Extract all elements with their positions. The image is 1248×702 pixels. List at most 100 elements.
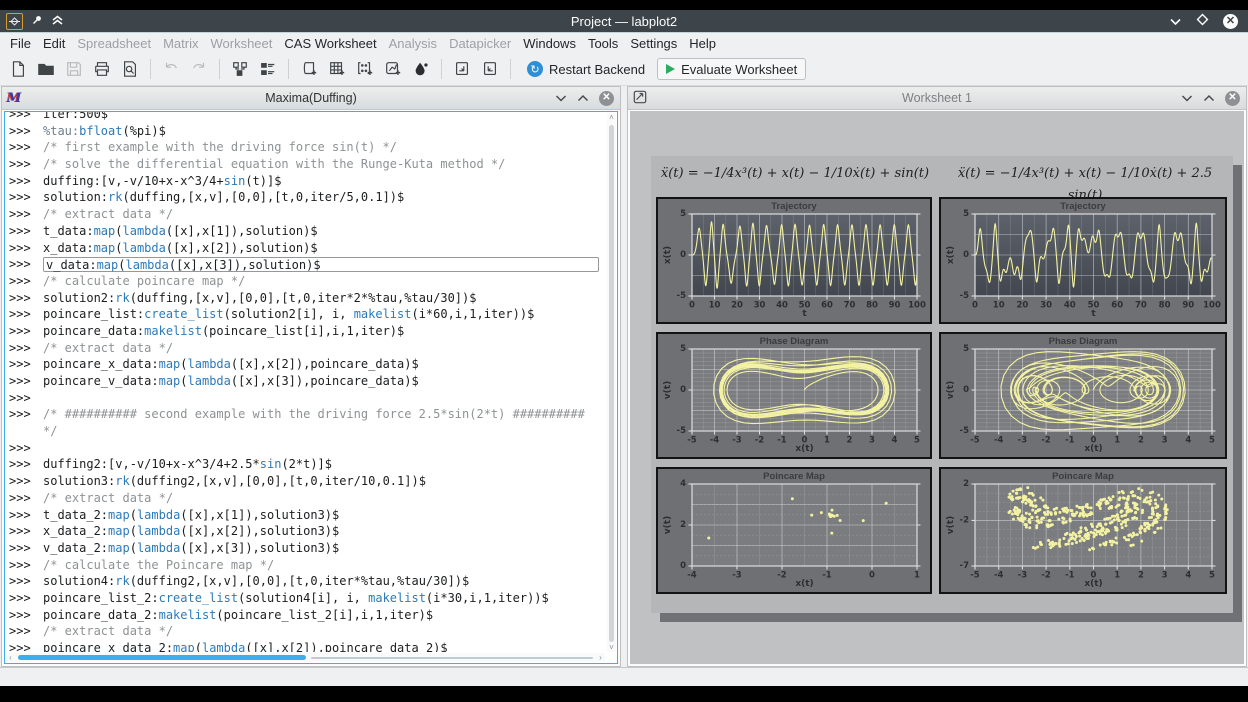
console-line: >>>/* extract data */ <box>9 206 605 223</box>
vertical-scroll-thumb[interactable] <box>609 125 614 642</box>
maxima-icon: M <box>7 91 21 106</box>
plot-title: Poincare Map <box>941 471 1225 482</box>
pin-icon[interactable] <box>31 14 43 29</box>
app-icon[interactable] <box>6 13 23 30</box>
import-icon[interactable] <box>450 57 474 81</box>
project-explorer-icon[interactable] <box>228 57 252 81</box>
worksheet-canvas[interactable]: ẍ(t) = −1/4x³(t) + x(t) − 1/10ẋ(t) + sin… <box>630 111 1244 664</box>
plot-title: Poincare Map <box>658 471 930 482</box>
toolbar-separator <box>510 59 511 79</box>
menu-item-matrix: Matrix <box>157 35 204 52</box>
maxima-window-titlebar[interactable]: M Maxima(Duffing) ✕ <box>2 87 620 110</box>
new-matrix-icon[interactable] <box>353 57 377 81</box>
new-spreadsheet-icon[interactable] <box>325 57 349 81</box>
print-icon[interactable] <box>90 57 114 81</box>
plot-trajectory-2[interactable]: Trajectory <box>939 197 1227 324</box>
console-line: >>>/* first example with the driving for… <box>9 139 605 156</box>
top-black-strip <box>0 0 1248 10</box>
console-line: >>>solution:rk(duffing,[x,v],[0,0],[t,0,… <box>9 189 605 206</box>
redo-icon[interactable] <box>187 57 211 81</box>
new-document-icon[interactable] <box>6 57 30 81</box>
console-line: >>>/* calculate the Poincare map */ <box>9 557 605 574</box>
worksheet-icon <box>633 90 647 107</box>
subwindow-close-icon[interactable]: ✕ <box>599 91 614 106</box>
evaluate-worksheet-icon <box>666 64 675 74</box>
console-text[interactable]: >>>iter:500$>>>%tau:bfloat(%pi)$>>>/* fi… <box>9 112 605 652</box>
console-line: >>>/* extract data */ <box>9 340 605 357</box>
console-line: >>>/* solve the differential equation wi… <box>9 156 605 173</box>
console-line: >>>v_data_2:map(lambda([x],x[3]),solutio… <box>9 540 605 557</box>
menu-item-tools[interactable]: Tools <box>582 35 624 52</box>
console-line: >>>iter:500$ <box>9 112 605 123</box>
scroll-left-icon[interactable]: ‹ <box>6 653 15 662</box>
worksheet-window-titlebar[interactable]: Worksheet 1 ✕ <box>628 87 1246 110</box>
console-line: >>>poincare_list:create_list(solution2[i… <box>9 306 605 323</box>
save-icon[interactable] <box>62 57 86 81</box>
maxima-console[interactable]: >>>iter:500$>>>%tau:bfloat(%pi)$>>>/* fi… <box>4 111 618 664</box>
menu-item-file[interactable]: File <box>4 35 37 52</box>
console-line: */ <box>9 423 605 440</box>
evaluate-worksheet-button[interactable]: Evaluate Worksheet <box>657 58 806 80</box>
console-line: >>>v_data:map(lambda([x],x[3]),solution)… <box>9 256 605 273</box>
plot-title: Phase Diagram <box>941 336 1225 347</box>
menu-item-settings[interactable]: Settings <box>624 35 683 52</box>
maximize-button[interactable] <box>1196 13 1209 29</box>
console-vertical-scrollbar[interactable]: ˄ ˅ <box>607 113 616 652</box>
horizontal-scroll-track[interactable] <box>311 657 593 660</box>
mdi-area: M Maxima(Duffing) ✕ >>>iter:500$>>>%tau:… <box>0 86 1248 667</box>
print-preview-icon[interactable] <box>118 57 142 81</box>
console-horizontal-scrollbar[interactable]: ‹ › <box>6 653 605 662</box>
scroll-down-icon[interactable]: ˅ <box>607 643 616 652</box>
subwindow-restore-icon[interactable] <box>577 91 589 105</box>
horizontal-scroll-thumb[interactable] <box>18 655 306 660</box>
menu-item-help[interactable]: Help <box>683 35 722 52</box>
restart-backend-button[interactable]: ↻ Restart Backend <box>519 59 653 79</box>
export-icon[interactable] <box>478 57 502 81</box>
close-button[interactable]: ✕ <box>1223 14 1238 29</box>
scroll-up-icon[interactable]: ˄ <box>607 113 616 122</box>
evaluate-worksheet-label: Evaluate Worksheet <box>681 62 797 77</box>
worksheet-subwindow: Worksheet 1 ✕ ẍ(t) = −1/4x³(t) + x(t) − … <box>627 86 1247 667</box>
toolbar-separator <box>288 59 289 79</box>
new-cas-worksheet-icon[interactable] <box>297 57 321 81</box>
console-line: >>>poincare_x_data_2:map(lambda([x],x[2]… <box>9 640 605 652</box>
console-line: >>>/* extract data */ <box>9 623 605 640</box>
new-worksheet-icon[interactable] <box>381 57 405 81</box>
subwindow-minimize-icon[interactable] <box>1181 91 1193 105</box>
console-line: >>>/* calculate poincare map */ <box>9 273 605 290</box>
console-line: >>> <box>9 440 605 457</box>
menu-bar: FileEditSpreadsheetMatrixWorksheetCAS Wo… <box>0 33 1248 53</box>
plot-poincare-map-1[interactable]: Poincare Map <box>656 467 932 594</box>
new-datapicker-icon[interactable] <box>409 57 433 81</box>
properties-explorer-icon[interactable] <box>256 57 280 81</box>
equation-label-2: ẍ(t) = −1/4x³(t) + x(t) − 1/10ẋ(t) + 2.5… <box>943 163 1227 185</box>
console-line: >>> <box>9 390 605 407</box>
shade-icon[interactable] <box>51 14 64 29</box>
plot-trajectory-1[interactable]: Trajectory <box>656 197 932 324</box>
plot-phase-diagram-2[interactable]: Phase Diagram <box>939 332 1227 459</box>
scroll-right-icon[interactable]: › <box>596 653 605 662</box>
minimize-button[interactable] <box>1169 14 1182 29</box>
plot-poincare-map-2[interactable]: Poincare Map <box>939 467 1227 594</box>
worksheet-window-title: Worksheet 1 <box>628 91 1246 105</box>
subwindow-minimize-icon[interactable] <box>555 91 567 105</box>
console-line: >>>%tau:bfloat(%pi)$ <box>9 123 605 140</box>
subwindow-close-icon[interactable]: ✕ <box>1225 91 1240 106</box>
main-toolbar: ↻ Restart Backend Evaluate Worksheet <box>0 53 1248 86</box>
restart-backend-icon: ↻ <box>527 61 543 77</box>
worksheet-page[interactable]: ẍ(t) = −1/4x³(t) + x(t) − 1/10ẋ(t) + sin… <box>651 156 1233 613</box>
open-folder-icon[interactable] <box>34 57 58 81</box>
console-line: >>>duffing:[v,-v/10+x-x^3/4+sin(t)]$ <box>9 173 605 190</box>
restart-backend-label: Restart Backend <box>549 62 645 77</box>
console-line: >>>x_data_2:map(lambda([x],x[2]),solutio… <box>9 523 605 540</box>
menu-item-edit[interactable]: Edit <box>37 35 71 52</box>
window-titlebar[interactable]: Project — labplot2 ✕ <box>0 10 1248 32</box>
plot-phase-diagram-1[interactable]: Phase Diagram <box>656 332 932 459</box>
menu-item-spreadsheet: Spreadsheet <box>71 35 157 52</box>
menu-item-windows[interactable]: Windows <box>517 35 582 52</box>
subwindow-restore-icon[interactable] <box>1203 91 1215 105</box>
menu-item-datapicker: Datapicker <box>443 35 517 52</box>
console-line: >>>t_data_2:map(lambda([x],x[1]),solutio… <box>9 507 605 524</box>
menu-item-cas-worksheet[interactable]: CAS Worksheet <box>278 35 382 52</box>
undo-icon[interactable] <box>159 57 183 81</box>
